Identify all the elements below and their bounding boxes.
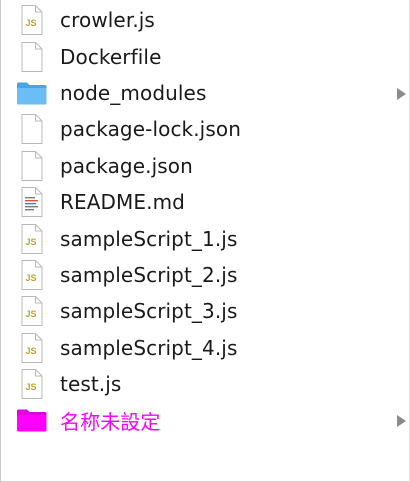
file-item-readme-md[interactable]: README.md	[1, 184, 409, 220]
file-name: sampleScript_3.js	[60, 299, 238, 324]
file-name: test.js	[60, 372, 122, 397]
file-item-samplescript-1-js[interactable]: JS sampleScript_1.js	[1, 220, 409, 256]
file-item-package-lock-json[interactable]: package-lock.json	[1, 111, 409, 147]
js-file-icon: JS	[16, 332, 48, 364]
magenta-folder-icon	[16, 404, 48, 436]
text-file-icon	[16, 186, 48, 218]
svg-text:JS: JS	[26, 18, 37, 28]
folder-item-node-modules[interactable]: node_modules	[1, 75, 409, 111]
file-item-crowler-js[interactable]: JS crowler.js	[1, 2, 409, 38]
file-name: sampleScript_1.js	[60, 226, 238, 251]
js-file-icon: JS	[16, 259, 48, 291]
svg-text:JS: JS	[26, 309, 37, 319]
folder-name: node_modules	[60, 80, 207, 105]
file-item-samplescript-2-js[interactable]: JS sampleScript_2.js	[1, 257, 409, 293]
js-file-icon: JS	[16, 4, 48, 36]
file-name: package-lock.json	[60, 117, 241, 142]
svg-text:JS: JS	[26, 237, 37, 247]
js-file-icon: JS	[16, 295, 48, 327]
disclosure-chevron-icon[interactable]	[395, 86, 407, 100]
file-item-package-json[interactable]: package.json	[1, 148, 409, 184]
file-name: package.json	[60, 153, 193, 178]
folder-icon	[16, 77, 48, 109]
file-name: sampleScript_2.js	[60, 262, 238, 287]
svg-text:JS: JS	[26, 346, 37, 356]
file-name: README.md	[60, 190, 185, 215]
finder-column-pane: JS crowler.js Dockerfile node_modules pa…	[0, 0, 410, 482]
blank-file-icon	[16, 41, 48, 73]
blank-file-icon	[16, 150, 48, 182]
file-list: JS crowler.js Dockerfile node_modules pa…	[1, 2, 409, 439]
js-file-icon: JS	[16, 223, 48, 255]
file-item-test-js[interactable]: JS test.js	[1, 366, 409, 402]
svg-text:JS: JS	[26, 273, 37, 283]
disclosure-chevron-icon[interactable]	[395, 413, 407, 428]
file-item-dockerfile[interactable]: Dockerfile	[1, 38, 409, 74]
folder-item-untitled[interactable]: 名称未設定	[1, 402, 409, 438]
file-name: Dockerfile	[60, 44, 162, 69]
blank-file-icon	[16, 113, 48, 145]
file-name: crowler.js	[60, 8, 155, 33]
file-name: sampleScript_4.js	[60, 335, 238, 360]
file-item-samplescript-3-js[interactable]: JS sampleScript_3.js	[1, 293, 409, 329]
svg-text:JS: JS	[26, 382, 37, 392]
file-item-samplescript-4-js[interactable]: JS sampleScript_4.js	[1, 330, 409, 366]
folder-name: 名称未設定	[60, 409, 161, 434]
js-file-icon: JS	[16, 368, 48, 400]
